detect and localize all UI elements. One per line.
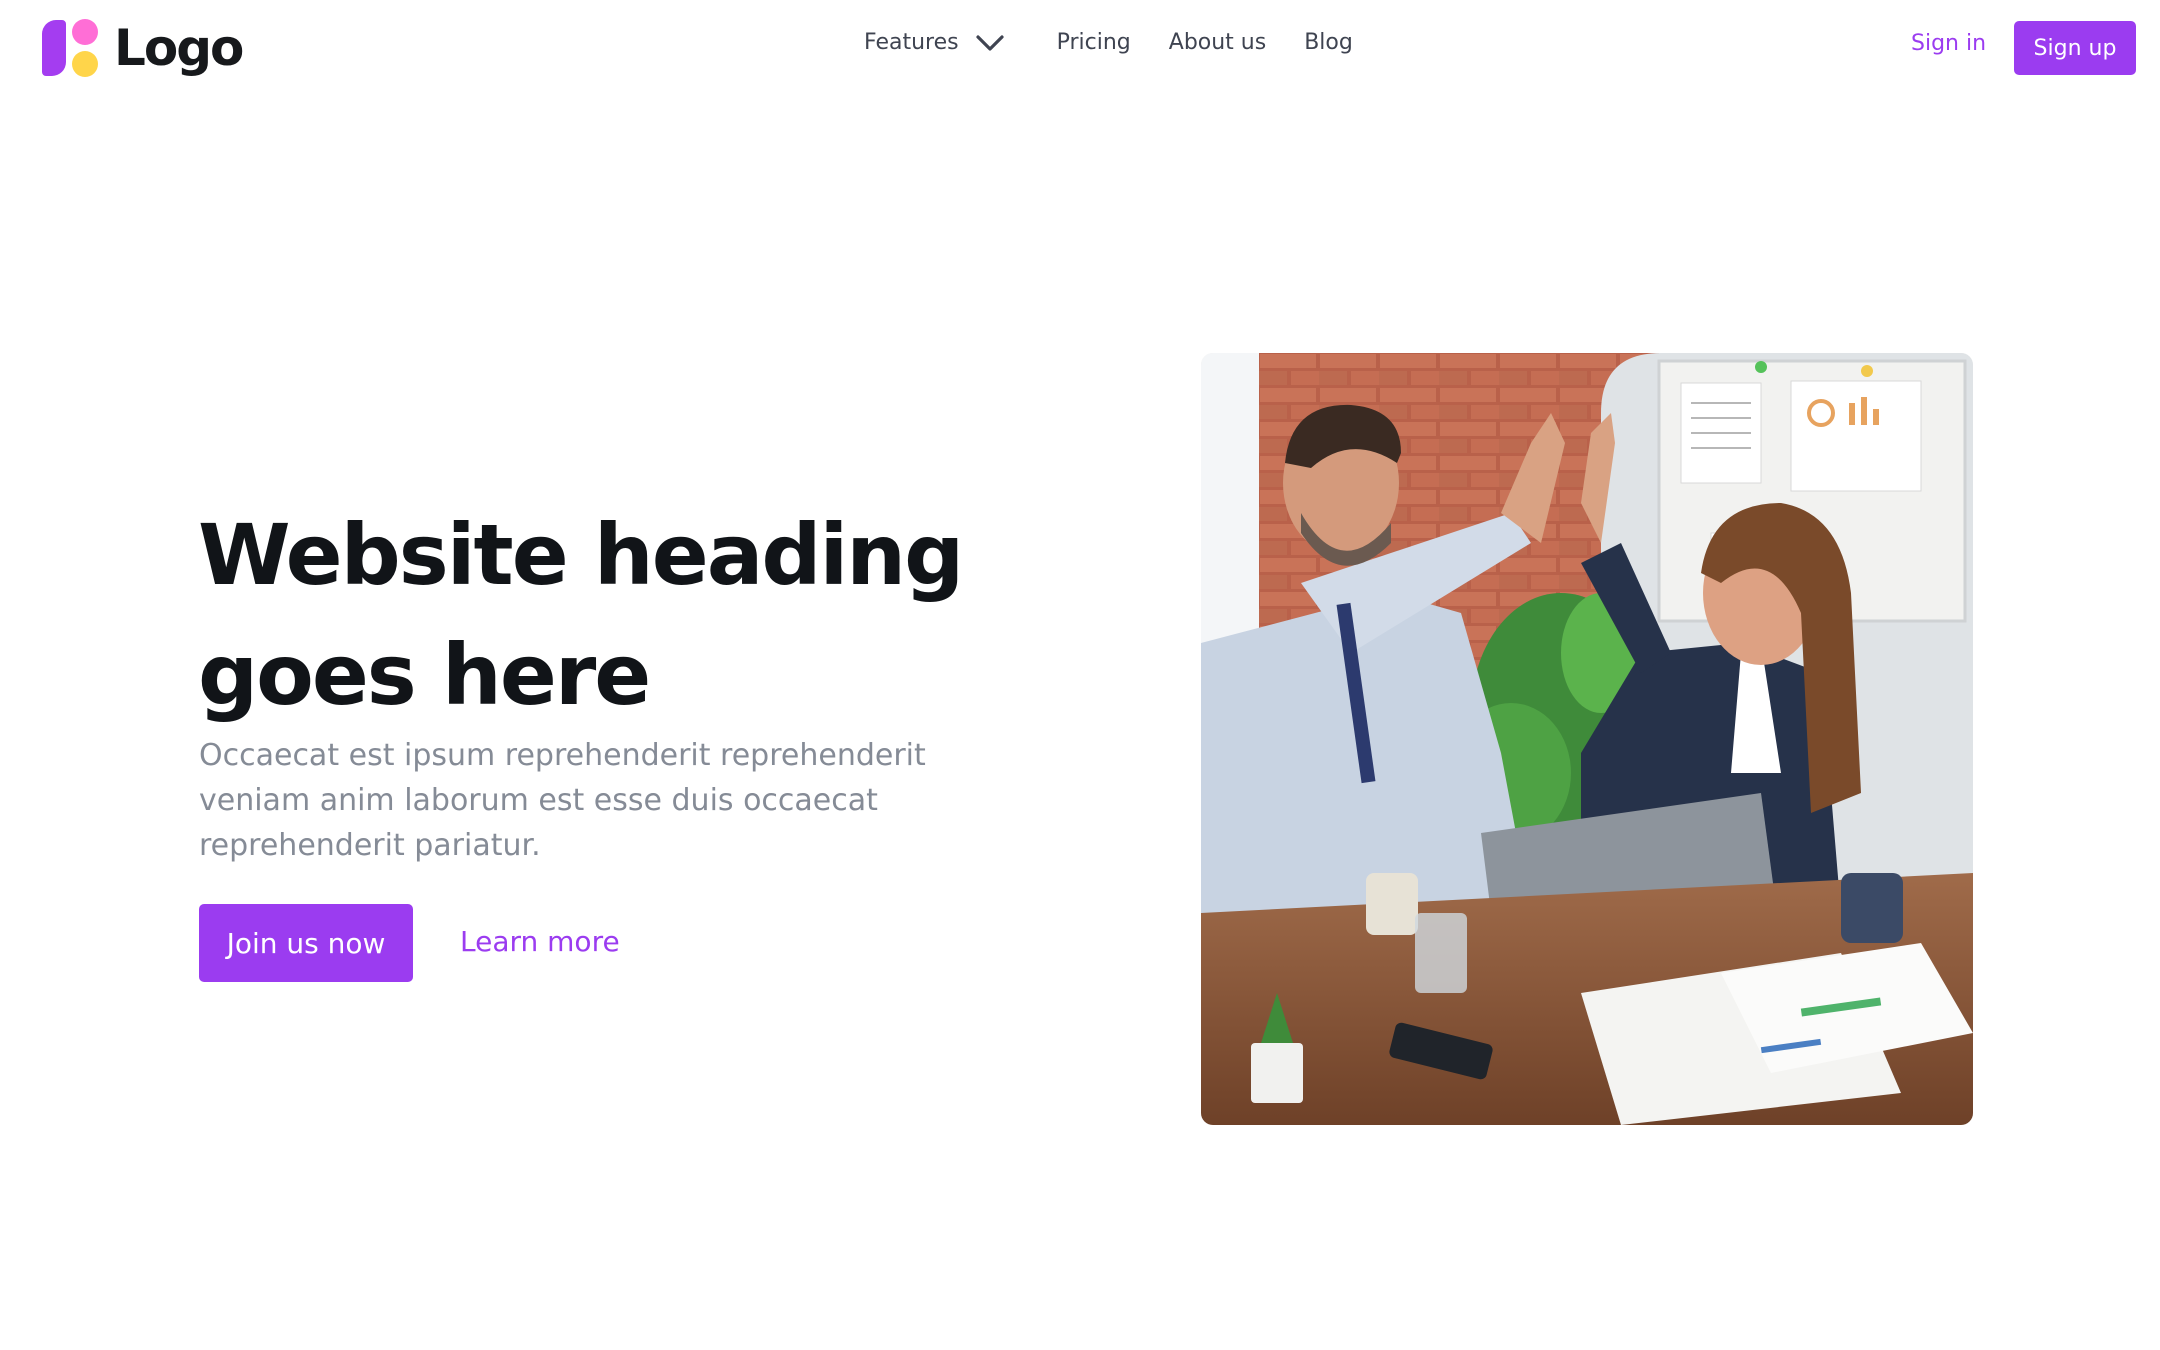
- logo-leaf-shape: [42, 20, 66, 76]
- learn-more-link[interactable]: Learn more: [460, 925, 620, 958]
- main-nav: Features Pricing About us Blog: [864, 30, 1353, 55]
- logo[interactable]: Logo: [42, 18, 244, 78]
- logo-mark-icon: [42, 18, 102, 78]
- nav-item-label: Features: [864, 30, 959, 55]
- nav-item-features[interactable]: Features: [864, 30, 1005, 55]
- logo-yellow-dot: [72, 51, 98, 77]
- hero-image: [1201, 353, 1973, 1125]
- sign-in-link[interactable]: Sign in: [1911, 31, 1986, 56]
- chevron-down-icon: [976, 34, 1004, 51]
- logo-text: Logo: [114, 19, 244, 77]
- logo-pink-dot: [72, 19, 98, 45]
- nav-item-blog[interactable]: Blog: [1304, 30, 1353, 55]
- hero-subtitle: Occaecat est ipsum reprehenderit reprehe…: [199, 738, 926, 863]
- site-header: Logo Features Pricing About us Blog Sign…: [0, 0, 2160, 96]
- office-high-five-illustration: [1201, 353, 1973, 1125]
- hero-heading: Website heading goes here: [198, 506, 964, 724]
- nav-item-pricing[interactable]: Pricing: [1057, 30, 1131, 55]
- sign-up-button[interactable]: Sign up: [2014, 21, 2136, 75]
- join-us-now-button[interactable]: Join us now: [199, 904, 413, 982]
- nav-item-about-us[interactable]: About us: [1169, 30, 1266, 55]
